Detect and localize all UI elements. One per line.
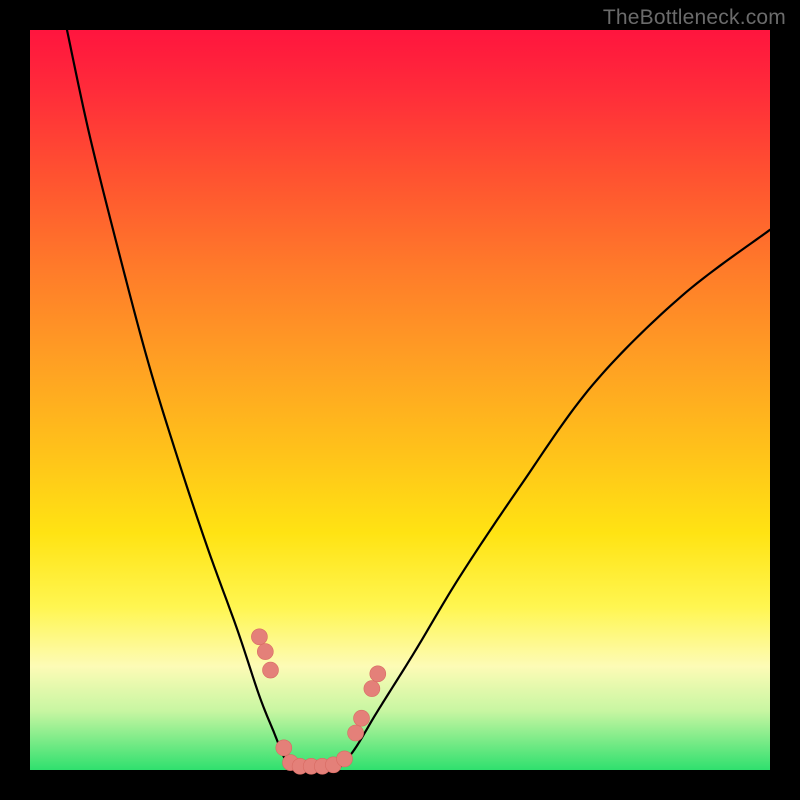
watermark-text: TheBottleneck.com (603, 6, 786, 30)
marker-group (251, 629, 385, 775)
chart-frame: TheBottleneck.com (0, 0, 800, 800)
data-marker (251, 629, 267, 645)
data-marker (348, 725, 364, 741)
data-marker (364, 681, 380, 697)
data-marker (257, 644, 273, 660)
curve-group (67, 30, 770, 768)
data-marker (370, 666, 386, 682)
data-marker (337, 751, 353, 767)
data-marker (263, 662, 279, 678)
plot-area (30, 30, 770, 770)
data-marker (354, 710, 370, 726)
data-marker (276, 740, 292, 756)
chart-svg (30, 30, 770, 770)
curve-right-curve (341, 230, 770, 767)
curve-left-curve (67, 30, 289, 766)
